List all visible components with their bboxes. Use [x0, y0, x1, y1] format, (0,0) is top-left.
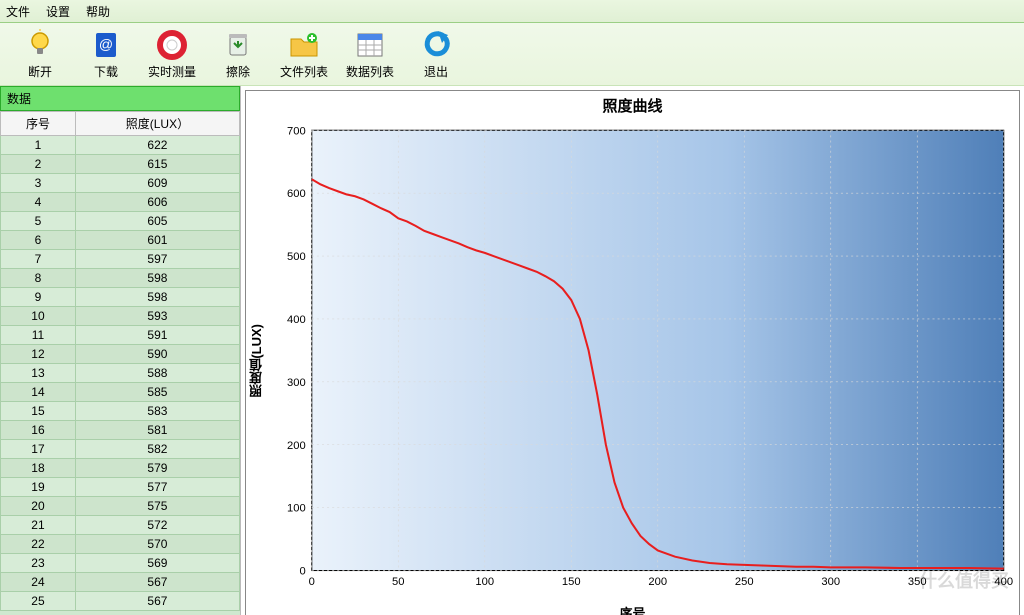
toolbar: 断开 @ 下载 实时测量 擦除 文件列表	[0, 23, 1024, 86]
table-icon	[354, 29, 386, 61]
table-row[interactable]: 2615	[1, 155, 240, 174]
table-row[interactable]: 1622	[1, 136, 240, 155]
table-row[interactable]: 4606	[1, 193, 240, 212]
svg-text:700: 700	[287, 125, 306, 137]
menu-bar: 文件 设置 帮助	[0, 0, 1024, 23]
svg-text:400: 400	[287, 314, 306, 326]
realtime-button[interactable]: 实时测量	[140, 27, 204, 81]
chart-title: 照度曲线	[246, 91, 1019, 120]
menu-settings[interactable]: 设置	[46, 3, 70, 20]
trash-recycle-icon	[222, 29, 254, 61]
filelist-button[interactable]: 文件列表	[272, 27, 336, 81]
table-row[interactable]: 3609	[1, 174, 240, 193]
table-row[interactable]: 5605	[1, 212, 240, 231]
table-row[interactable]: 18579	[1, 459, 240, 478]
menu-help[interactable]: 帮助	[86, 3, 110, 20]
table-row[interactable]: 17582	[1, 440, 240, 459]
table-row[interactable]: 16581	[1, 421, 240, 440]
svg-text:50: 50	[392, 576, 404, 588]
download-button[interactable]: @ 下载	[74, 27, 138, 81]
chart-panel: 照度曲线 照度值(LUX) 0 50 100 150 200 250 300 350 400 0 1…	[241, 86, 1024, 615]
col-index[interactable]: 序号	[1, 112, 76, 136]
folder-plus-icon	[288, 29, 320, 61]
svg-text:0: 0	[309, 576, 315, 588]
svg-text:150: 150	[562, 576, 581, 588]
lifebuoy-icon	[156, 29, 188, 61]
disconnect-button[interactable]: 断开	[8, 27, 72, 81]
col-lux[interactable]: 照度(LUX）	[75, 112, 239, 136]
chart-ylabel: 照度值(LUX)	[247, 324, 266, 398]
table-row[interactable]: 22570	[1, 535, 240, 554]
svg-text:250: 250	[735, 576, 754, 588]
table-row[interactable]: 20575	[1, 497, 240, 516]
svg-text:500: 500	[287, 251, 306, 263]
svg-text:200: 200	[287, 440, 306, 452]
table-row[interactable]: 19577	[1, 478, 240, 497]
table-row[interactable]: 13588	[1, 364, 240, 383]
table-row[interactable]: 10593	[1, 307, 240, 326]
svg-text:0: 0	[299, 566, 305, 578]
table-row[interactable]: 21572	[1, 516, 240, 535]
exit-button[interactable]: 退出	[404, 27, 468, 81]
datalist-button[interactable]: 数据列表	[338, 27, 402, 81]
table-row[interactable]: 6601	[1, 231, 240, 250]
chart-xlabel: 序号	[246, 601, 1019, 615]
data-table-scroll[interactable]: 序号 照度(LUX） 16222615360946065605660175978…	[0, 111, 240, 615]
erase-button[interactable]: 擦除	[206, 27, 270, 81]
svg-text:350: 350	[908, 576, 927, 588]
menu-file[interactable]: 文件	[6, 3, 30, 20]
table-row[interactable]: 12590	[1, 345, 240, 364]
svg-text:100: 100	[475, 576, 494, 588]
table-row[interactable]: 9598	[1, 288, 240, 307]
svg-text:400: 400	[994, 576, 1013, 588]
book-download-icon: @	[90, 29, 122, 61]
svg-text:300: 300	[287, 377, 306, 389]
table-row[interactable]: 11591	[1, 326, 240, 345]
svg-text:200: 200	[648, 576, 667, 588]
table-row[interactable]: 15583	[1, 402, 240, 421]
svg-text:100: 100	[287, 503, 306, 515]
svg-text:@: @	[99, 36, 113, 52]
svg-text:300: 300	[821, 576, 840, 588]
table-row[interactable]: 14585	[1, 383, 240, 402]
svg-text:600: 600	[287, 188, 306, 200]
panel-title: 数据	[0, 86, 240, 111]
data-table: 序号 照度(LUX） 16222615360946065605660175978…	[0, 111, 240, 611]
table-row[interactable]: 23569	[1, 554, 240, 573]
back-arrow-icon	[420, 29, 452, 61]
table-row[interactable]: 24567	[1, 573, 240, 592]
lightbulb-icon	[24, 29, 56, 61]
table-row[interactable]: 8598	[1, 269, 240, 288]
data-panel: 数据 序号 照度(LUX） 16222615360946065605660175…	[0, 86, 241, 615]
table-row[interactable]: 7597	[1, 250, 240, 269]
table-row[interactable]: 25567	[1, 592, 240, 611]
chart-plot[interactable]: 0 50 100 150 200 250 300 350 400 0 100 200 300 400 500…	[266, 120, 1019, 601]
